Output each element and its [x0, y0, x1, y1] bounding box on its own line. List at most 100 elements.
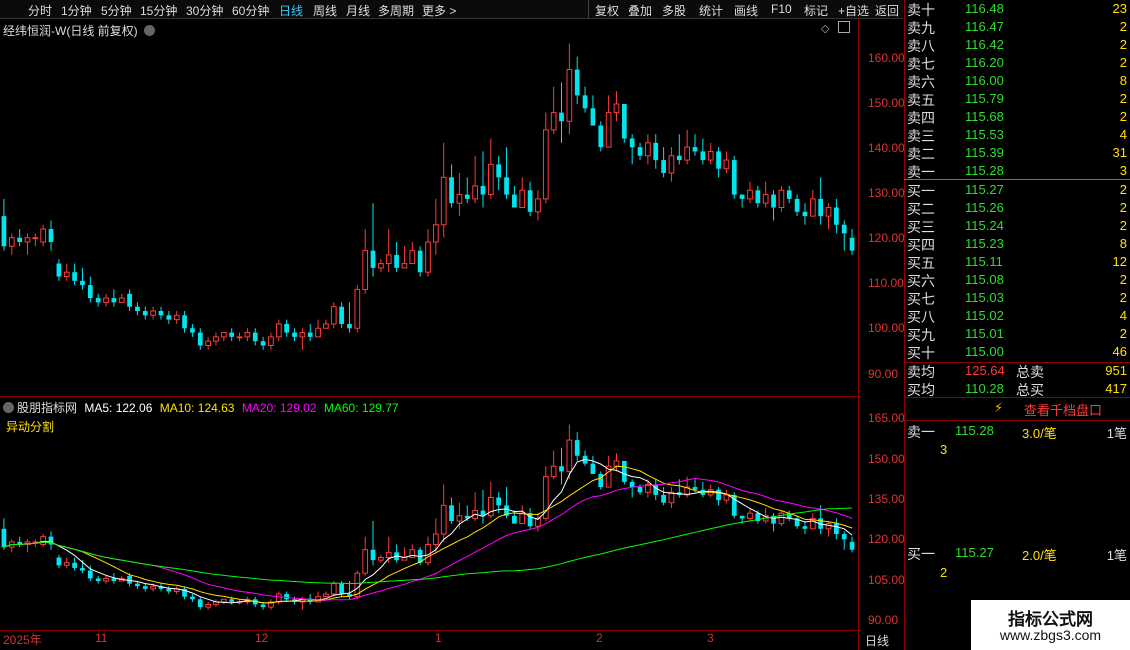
candle-body — [723, 159, 730, 170]
candle-body — [747, 512, 753, 519]
f10-button[interactable]: F10 — [771, 2, 792, 16]
candle-body — [684, 146, 691, 161]
window-icon[interactable] — [838, 21, 850, 33]
candle-body — [512, 194, 517, 208]
ask-row[interactable]: 卖六 116.00 8 — [904, 72, 1130, 90]
draw-button[interactable]: 画线 — [734, 2, 758, 19]
tab-daily[interactable]: 日线 — [279, 2, 303, 19]
candle-body — [723, 494, 730, 501]
ask-row[interactable]: 卖一 115.28 3 — [904, 162, 1130, 180]
ask-row[interactable]: 卖八 116.42 2 — [904, 36, 1130, 54]
candlestick-chart[interactable] — [0, 35, 856, 380]
x-label: 1 — [435, 631, 442, 645]
watermark-url: www.zbgs3.com — [999, 627, 1102, 643]
bid-row[interactable]: 买九 115.01 2 — [904, 325, 1130, 343]
bid-row[interactable]: 买四 115.23 8 — [904, 235, 1130, 253]
add-watchlist-button[interactable]: +自选 — [838, 2, 869, 19]
candle-body — [40, 228, 47, 243]
candle-body — [87, 570, 93, 579]
candle-body — [330, 583, 337, 595]
candle-body — [621, 104, 627, 139]
ask-row[interactable]: 卖五 115.79 2 — [904, 90, 1130, 108]
ask-row[interactable]: 卖十 116.48 23 — [904, 0, 1130, 18]
price-tick: 100.00 — [868, 321, 905, 335]
bid-row[interactable]: 买一 115.27 2 — [904, 181, 1130, 199]
candle-body — [40, 536, 47, 545]
tab-monthly[interactable]: 月线 — [346, 2, 370, 19]
candle-body — [542, 129, 549, 200]
back-button[interactable]: 返回 — [875, 2, 899, 19]
mark-button[interactable]: 标记 — [804, 2, 828, 19]
price-tick: 110.00 — [868, 276, 904, 290]
bid-row[interactable]: 买七 115.03 2 — [904, 289, 1130, 307]
tab-more[interactable]: 更多 > — [422, 2, 456, 19]
bid-row[interactable]: 买二 115.26 2 — [904, 199, 1130, 217]
overlay-button[interactable]: 叠加 — [628, 2, 652, 19]
candle-body — [440, 176, 447, 226]
tab-15min[interactable]: 15分钟 — [140, 2, 177, 19]
tab-weekly[interactable]: 周线 — [313, 2, 337, 19]
x-label: 2 — [596, 631, 603, 645]
ask-row[interactable]: 卖九 116.47 2 — [904, 18, 1130, 36]
toolbar-divider — [588, 0, 589, 18]
candle-body — [613, 460, 620, 467]
ask-row[interactable]: 卖三 115.53 4 — [904, 126, 1130, 144]
candle-body — [173, 314, 180, 321]
candle-body — [190, 596, 195, 600]
candle-body — [825, 207, 832, 217]
tab-5min[interactable]: 5分钟 — [101, 2, 132, 19]
tab-1min[interactable]: 1分钟 — [61, 2, 92, 19]
candle-body — [559, 466, 564, 472]
candle-body — [613, 103, 620, 114]
candle-body — [778, 189, 785, 208]
bid-row[interactable]: 买十 115.00 46 — [904, 343, 1130, 361]
candle-body — [834, 207, 839, 225]
candle-body — [72, 562, 77, 568]
bid-row[interactable]: 买六 115.08 2 — [904, 271, 1130, 289]
ask-row[interactable]: 卖二 115.39 31 — [904, 144, 1130, 162]
candle-body — [716, 151, 721, 169]
ask1-detail-row[interactable]: 卖一 115.28 3.0/笔 1笔 — [904, 422, 1130, 441]
candle-body — [362, 250, 369, 290]
candle-body — [700, 151, 706, 161]
bid-row[interactable]: 买八 115.02 4 — [904, 307, 1130, 325]
thousand-level-button[interactable]: ⚡ 查看千档盘口 — [994, 400, 1102, 419]
candle-body — [841, 534, 847, 540]
candle-body — [220, 332, 227, 338]
ask-row[interactable]: 卖四 115.68 2 — [904, 108, 1130, 126]
bid-row[interactable]: 买三 115.24 2 — [904, 217, 1130, 235]
indicator-name: 股朋指标网 — [17, 401, 78, 415]
x-label: 12 — [255, 631, 269, 645]
fuquan-button[interactable]: 复权 — [595, 2, 619, 19]
x-label: 11 — [95, 631, 108, 645]
candle-body — [653, 484, 659, 495]
candle-body — [496, 497, 502, 506]
candle-body — [409, 250, 416, 265]
candle-body — [268, 336, 274, 346]
diamond-icon[interactable]: ◇ — [821, 22, 829, 35]
ask-row[interactable]: 卖七 116.20 2 — [904, 54, 1130, 72]
multi-stock-button[interactable]: 多股 — [662, 2, 686, 19]
bid-row[interactable]: 买五 115.11 12 — [904, 253, 1130, 271]
indicator-chart[interactable] — [0, 414, 856, 628]
candle-body — [449, 177, 454, 204]
candle-body — [645, 142, 651, 157]
candle-body — [590, 108, 596, 126]
candle-body — [95, 578, 101, 582]
settings-icon[interactable] — [3, 402, 14, 413]
candle-body — [339, 583, 344, 595]
tab-30min[interactable]: 30分钟 — [186, 2, 223, 19]
stats-button[interactable]: 统计 — [699, 2, 723, 19]
candle-body — [496, 164, 502, 178]
tab-60min[interactable]: 60分钟 — [232, 2, 269, 19]
candle-body — [244, 332, 251, 338]
bid1-detail-row[interactable]: 买一 115.27 2.0/笔 1笔 — [904, 544, 1130, 563]
candle-body — [284, 323, 289, 333]
candle-body — [456, 515, 463, 522]
candle-body — [63, 562, 70, 566]
tab-multi-period[interactable]: 多周期 — [378, 2, 414, 19]
tab-fenshi[interactable]: 分时 — [28, 2, 52, 19]
candle-body — [80, 280, 85, 286]
bid1-queue: 2 — [940, 565, 948, 580]
candle-body — [370, 549, 376, 561]
